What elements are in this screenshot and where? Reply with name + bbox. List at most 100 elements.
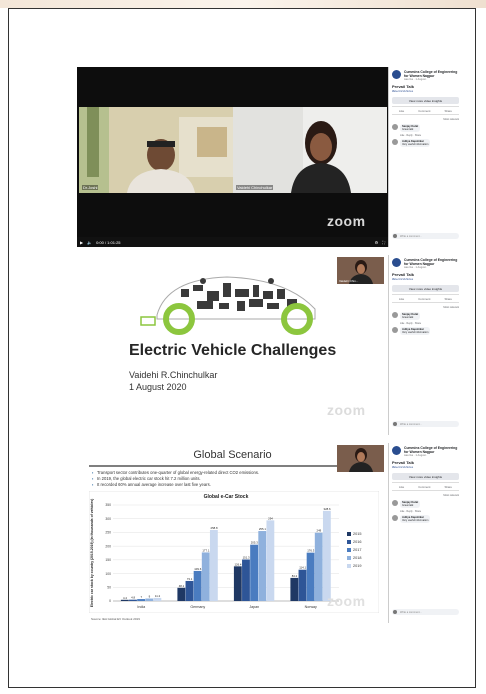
source-note: Source: IEA Global EV Outlook 2019 <box>91 617 140 621</box>
commenter-avatar[interactable] <box>392 500 398 507</box>
slide-title: Electric Vehicle Challenges <box>129 342 337 359</box>
data-label: 177.1 <box>202 548 209 552</box>
bullet-item: It recorded 60% annual average increase … <box>92 482 377 488</box>
data-label: 84.2 <box>292 574 298 578</box>
comment-item: Aditya Kapshikar Very useful information <box>389 137 462 149</box>
video-area[interactable]: Dr.Joshi Vaidehi Chinchulkar zoom ▶ 🔈 0:… <box>77 67 388 247</box>
participant-2-name: Vaidehi Chinchulkar <box>236 185 274 190</box>
insights-button[interactable]: View more video insights <box>392 285 459 293</box>
bar-india-2015 <box>120 599 129 601</box>
screenshot-zoom-gallery: Dr.Joshi Vaidehi Chinchulkar zoom ▶ 🔈 0:… <box>77 67 462 247</box>
play-icon[interactable]: ▶ <box>80 240 83 245</box>
video-controls[interactable]: ▶ 🔈 0:00 / 1:01:25 ⚙ ⛶ <box>77 237 388 247</box>
comment-item: Aditya Kapshikar Very useful information <box>389 325 462 337</box>
post-meta: was live · 1 August · <box>404 78 428 82</box>
comment-item: Sanjay Kulat Great talk <box>389 122 462 134</box>
hashtag-link[interactable]: #ElectricVehicles <box>389 465 462 471</box>
participant-2-video <box>233 107 387 193</box>
data-label: 176.3 <box>307 549 314 553</box>
comment-input[interactable]: Write a comment... <box>392 609 459 615</box>
like-button[interactable]: Like <box>399 485 404 489</box>
zoom-watermark: zoom <box>327 213 366 229</box>
category-label: Germany <box>190 605 205 609</box>
page-avatar[interactable] <box>392 70 401 79</box>
share-button[interactable]: Share <box>444 297 451 301</box>
bar-norway-2019 <box>322 510 331 601</box>
chart-title: Global e-Car Stock <box>204 494 249 500</box>
speaker-thumbnail[interactable]: Vaidehi Chin... <box>337 257 384 284</box>
post-actions: Like Comment Share <box>392 482 459 492</box>
bar-india-2017 <box>137 599 146 601</box>
y-tick-label: 150 <box>105 558 111 562</box>
y-tick-label: 300 <box>105 517 111 521</box>
commenter-avatar[interactable] <box>392 515 398 522</box>
page-name[interactable]: Cummins College of Engineering for Women… <box>404 446 459 454</box>
commenter-avatar[interactable] <box>392 139 398 146</box>
bar-germany-2016 <box>185 580 194 601</box>
y-tick-label: 0 <box>109 599 111 603</box>
data-label: 48.1 <box>179 584 185 588</box>
bar-germany-2018 <box>201 552 210 601</box>
data-label: 126.4 <box>234 562 241 566</box>
document-page: Dr.Joshi Vaidehi Chinchulkar zoom ▶ 🔈 0:… <box>8 8 476 688</box>
like-button[interactable]: Like <box>399 297 404 301</box>
background-strip <box>0 0 486 8</box>
commenter-avatar[interactable] <box>392 124 398 131</box>
comment-item: Sanjay Kulat Great talk <box>389 498 462 510</box>
participant-tile-2[interactable]: Vaidehi Chinchulkar <box>233 107 387 193</box>
comment-button[interactable]: Comment <box>418 485 430 489</box>
y-axis-label: Electric car stock by country (2015-2019… <box>90 499 94 608</box>
legend-swatch-2017 <box>347 548 351 552</box>
page-name[interactable]: Cummins College of Engineering for Women… <box>404 258 459 266</box>
legend-swatch-2019 <box>347 564 351 568</box>
data-label: 4.8 <box>131 596 135 600</box>
slide-ev-challenges: Electric Vehicle Challenges Vaidehi R.Ch… <box>77 255 388 435</box>
legend-label-2016: 2016 <box>353 540 361 544</box>
slide-global-scenario: Global Scenario Transport sector contrib… <box>77 443 388 623</box>
page-avatar[interactable] <box>392 258 401 267</box>
share-button[interactable]: Share <box>444 485 451 489</box>
comment-input[interactable]: Write a comment... <box>392 421 459 427</box>
y-tick-label: 50 <box>107 585 111 589</box>
legend-swatch-2018 <box>347 556 351 560</box>
data-label: 205.3 <box>251 541 258 545</box>
settings-icon[interactable]: ⚙ <box>375 240 379 245</box>
data-label: 328.6 <box>324 507 331 511</box>
comment-button[interactable]: Comment <box>418 297 430 301</box>
participant-tile-1[interactable]: Dr.Joshi <box>79 107 233 193</box>
fullscreen-icon[interactable]: ⛶ <box>382 240 385 245</box>
commenter-avatar[interactable] <box>392 327 398 334</box>
share-button[interactable]: Share <box>444 109 451 113</box>
hashtag-link[interactable]: #ElectricVehicles <box>389 89 462 95</box>
screenshot-global-scenario: Global Scenario Transport sector contrib… <box>77 443 462 623</box>
hashtag-link[interactable]: #ElectricVehicles <box>389 277 462 283</box>
facebook-panel-3: Cummins College of Engineering for Women… <box>388 443 462 623</box>
page-avatar[interactable] <box>392 446 401 455</box>
insights-button[interactable]: View more video insights <box>392 97 459 105</box>
comment-text: Great talk <box>402 504 414 508</box>
y-tick-label: 250 <box>105 531 111 535</box>
thumbnail-name: Vaidehi Chin... <box>339 279 359 283</box>
speaker-thumbnail[interactable] <box>337 445 384 472</box>
volume-icon[interactable]: 🔈 <box>87 240 92 245</box>
page-name[interactable]: Cummins College of Engineering for Women… <box>404 70 459 78</box>
participant-1-video <box>79 107 233 193</box>
category-label: Norway <box>305 605 317 609</box>
comment-input[interactable]: Write a comment... <box>392 233 459 239</box>
title-divider <box>89 465 376 467</box>
category-label: India <box>137 605 145 609</box>
bar-japan-2015 <box>233 566 242 601</box>
y-tick-label: 350 <box>105 503 111 507</box>
like-button[interactable]: Like <box>399 109 404 113</box>
comment-button[interactable]: Comment <box>418 109 430 113</box>
post-actions: Like Comment Share <box>392 294 459 304</box>
bar-india-2018 <box>145 598 154 601</box>
legend-label-2017: 2017 <box>353 548 361 552</box>
y-tick-label: 200 <box>105 544 111 548</box>
insights-button[interactable]: View more video insights <box>392 473 459 481</box>
facebook-panel-2: Cummins College of Engineering for Women… <box>388 255 462 435</box>
commenter-avatar[interactable] <box>392 312 398 319</box>
data-label: 151.3 <box>243 556 250 560</box>
bar-norway-2016 <box>298 569 307 601</box>
bar-germany-2019 <box>209 530 218 601</box>
